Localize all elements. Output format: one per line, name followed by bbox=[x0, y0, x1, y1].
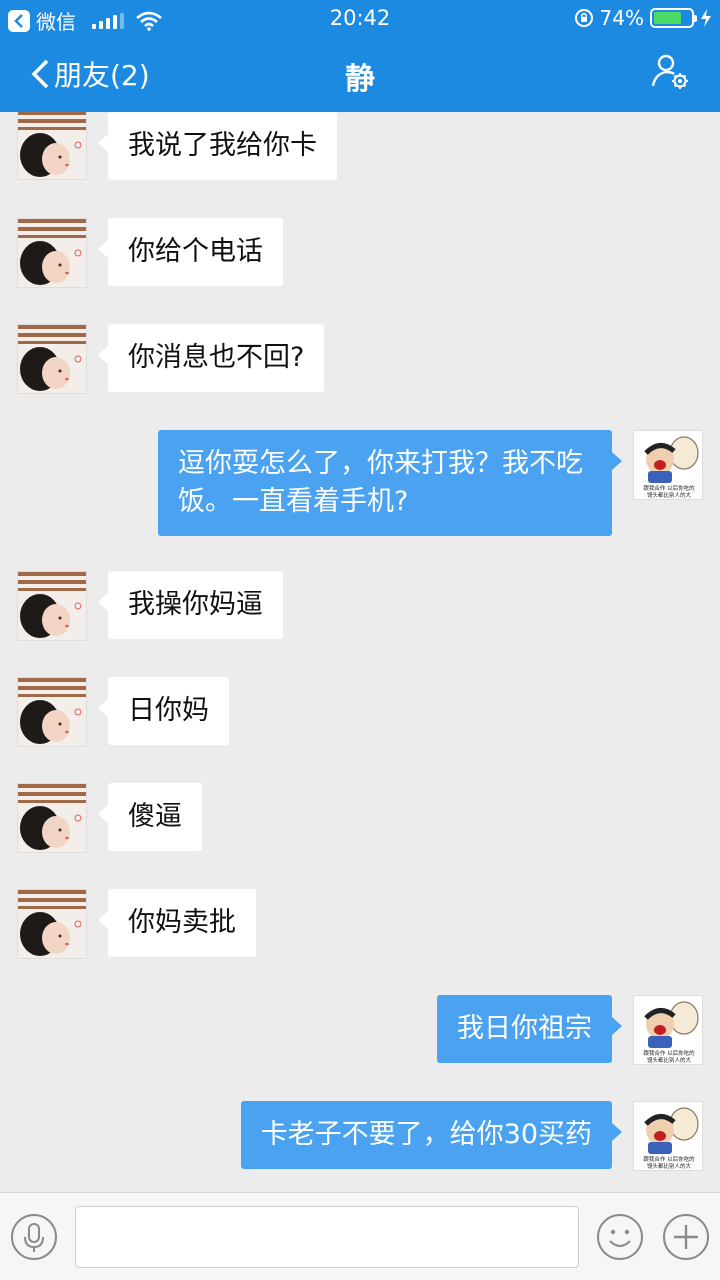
girl-avatar-icon bbox=[18, 112, 86, 179]
contact-avatar[interactable] bbox=[17, 324, 87, 394]
chat-messages[interactable]: 我说了我给你卡 你给个电话 你消息也不回? 逗你耍怎么了，你来打我？我不吃饭。一… bbox=[0, 112, 720, 1192]
my-avatar[interactable]: 跟我合作 以后你吃的 馒头都比别人的大 bbox=[633, 430, 703, 500]
girl-avatar-icon bbox=[18, 219, 86, 287]
status-bar: 微信 20:42 74% bbox=[0, 0, 720, 36]
girl-avatar-icon bbox=[18, 572, 86, 640]
status-right: 74% bbox=[574, 6, 712, 30]
sticker-avatar-icon: 跟我合作 以后你吃的 馒头都比别人的大 bbox=[634, 996, 702, 1064]
input-bar bbox=[0, 1192, 720, 1280]
sticker-caption: 跟我合作 以后你吃的 bbox=[643, 484, 695, 492]
my-avatar[interactable]: 跟我合作 以后你吃的 馒头都比别人的大 bbox=[633, 995, 703, 1065]
smiley-icon bbox=[597, 1214, 643, 1260]
message-bubble[interactable]: 卡老子不要了，给你30买药 bbox=[240, 1101, 623, 1169]
charging-icon bbox=[701, 9, 711, 27]
message-bubble[interactable]: 你消息也不回? bbox=[97, 324, 325, 392]
message-bubble[interactable]: 日你妈 bbox=[98, 677, 229, 745]
plus-icon bbox=[663, 1214, 709, 1260]
message-bubble[interactable]: 我日你祖宗 bbox=[437, 995, 622, 1063]
sticker-avatar-icon: 跟我合作 以后你吃的 馒头都比别人的大 bbox=[634, 431, 702, 499]
voice-button[interactable] bbox=[10, 1213, 58, 1265]
message-bubble[interactable]: 我操你妈逼 bbox=[98, 571, 283, 639]
chat-settings-button[interactable] bbox=[650, 52, 690, 96]
contact-avatar[interactable] bbox=[17, 783, 87, 853]
more-button[interactable] bbox=[662, 1213, 710, 1265]
contact-avatar[interactable] bbox=[17, 889, 87, 959]
girl-avatar-icon bbox=[18, 890, 86, 958]
girl-avatar-icon bbox=[18, 678, 86, 746]
emoji-button[interactable] bbox=[596, 1213, 644, 1265]
contact-avatar[interactable] bbox=[17, 112, 87, 180]
girl-avatar-icon bbox=[18, 784, 86, 852]
sticker-caption: 跟我合作 以后你吃的 bbox=[643, 1155, 695, 1163]
rotation-lock-icon bbox=[574, 9, 593, 27]
sticker-avatar-icon: 跟我合作 以后你吃的 馒头都比别人的大 bbox=[634, 1102, 702, 1170]
message-bubble[interactable]: 傻逼 bbox=[98, 783, 202, 851]
message-input[interactable] bbox=[75, 1206, 579, 1268]
contact-avatar[interactable] bbox=[17, 571, 87, 641]
girl-avatar-icon bbox=[18, 325, 86, 393]
message-bubble[interactable]: 你妈卖批 bbox=[98, 889, 256, 957]
contact-avatar[interactable] bbox=[17, 677, 87, 747]
battery-percent: 74% bbox=[599, 6, 644, 30]
profile-settings-icon bbox=[651, 54, 688, 89]
nav-bar: 朋友(2) 静 bbox=[0, 36, 720, 112]
microphone-icon bbox=[11, 1214, 57, 1260]
contact-avatar[interactable] bbox=[17, 218, 87, 288]
message-bubble[interactable]: 逗你耍怎么了，你来打我？我不吃饭。一直看着手机? bbox=[158, 430, 622, 536]
sticker-caption: 馒头都比别人的大 bbox=[647, 1056, 692, 1064]
chat-title: 静 bbox=[345, 62, 375, 97]
sticker-caption: 馒头都比别人的大 bbox=[647, 1162, 692, 1170]
sticker-caption: 跟我合作 以后你吃的 bbox=[643, 1049, 695, 1057]
sticker-caption: 馒头都比别人的大 bbox=[647, 491, 692, 499]
battery-icon bbox=[650, 8, 697, 28]
my-avatar[interactable]: 跟我合作 以后你吃的 馒头都比别人的大 bbox=[633, 1101, 703, 1171]
message-bubble[interactable]: 你给个电话 bbox=[98, 218, 283, 286]
message-bubble[interactable]: 我说了我给你卡 bbox=[98, 112, 337, 180]
